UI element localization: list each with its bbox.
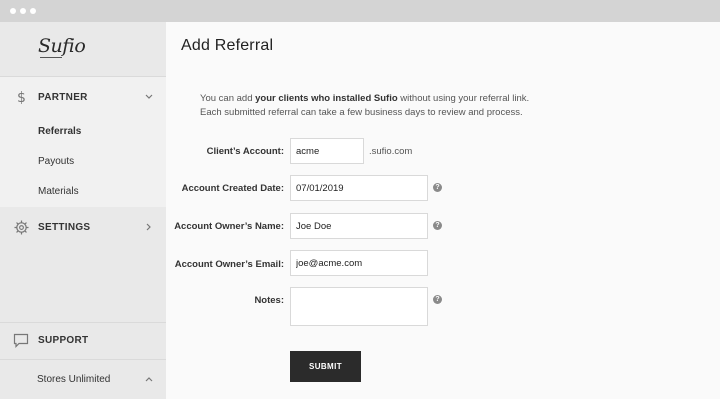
intro-bold: your clients who installed Sufio (255, 93, 398, 104)
question-circle-icon[interactable]: ? (433, 183, 442, 192)
created-date-label: Account Created Date: (181, 183, 284, 194)
domain-suffix: .sufio.com (369, 146, 413, 157)
sidebar-item-settings-label: SETTINGS (38, 221, 91, 233)
chat-bubble-icon (13, 332, 29, 348)
sufio-logo[interactable]: Sufio (38, 35, 86, 57)
sidebar-item-partner[interactable]: $ PARTNER (0, 82, 166, 112)
notes-textarea[interactable] (290, 287, 428, 326)
question-circle-icon[interactable]: ? (433, 221, 442, 230)
sidebar-item-referrals[interactable]: Referrals (38, 126, 81, 137)
intro-line2: Each submitted referral can take a few b… (200, 107, 523, 118)
dollar-icon: $ (13, 89, 29, 105)
chevron-right-icon (144, 222, 154, 232)
window-maximize-dot[interactable] (30, 8, 36, 14)
page-title: Add Referral (181, 37, 274, 54)
sidebar: Sufio $ PARTNER Referrals Payouts Materi… (0, 22, 166, 399)
sidebar-item-partner-label: PARTNER (38, 91, 88, 103)
sidebar-item-support[interactable]: SUPPORT (0, 325, 166, 355)
main-content: Add Referral You can add your clients wh… (166, 22, 720, 399)
intro-suffix: without using your referral link. (397, 93, 530, 104)
sidebar-divider (0, 359, 166, 360)
sidebar-item-materials[interactable]: Materials (38, 186, 79, 197)
svg-text:$: $ (17, 90, 26, 105)
window-minimize-dot[interactable] (20, 8, 26, 14)
created-date-input[interactable] (290, 175, 428, 201)
chevron-down-icon (144, 92, 154, 102)
sidebar-item-payouts[interactable]: Payouts (38, 156, 74, 167)
store-name: Stores Unlimited (37, 373, 111, 385)
gear-icon (13, 219, 29, 235)
question-circle-icon[interactable]: ? (433, 295, 442, 304)
window-close-dot[interactable] (10, 8, 16, 14)
owner-email-input[interactable] (290, 250, 428, 276)
logo-underline (40, 57, 62, 58)
sidebar-divider (0, 322, 166, 323)
window-titlebar (0, 0, 720, 22)
store-switcher[interactable]: Stores Unlimited (0, 364, 166, 394)
notes-label: Notes: (254, 295, 284, 306)
client-account-label: Client’s Account: (206, 146, 284, 157)
intro-text: You can add your clients who installed S… (200, 92, 529, 120)
owner-name-label: Account Owner’s Name: (174, 221, 284, 232)
owner-email-label: Account Owner’s Email: (174, 259, 284, 270)
intro-prefix: You can add (200, 93, 256, 104)
chevron-up-icon (144, 374, 154, 384)
client-account-input[interactable] (290, 138, 364, 164)
sidebar-item-support-label: SUPPORT (38, 334, 89, 346)
sidebar-item-settings[interactable]: SETTINGS (0, 212, 166, 242)
submit-button[interactable]: SUBMIT (290, 351, 361, 382)
owner-name-input[interactable] (290, 213, 428, 239)
